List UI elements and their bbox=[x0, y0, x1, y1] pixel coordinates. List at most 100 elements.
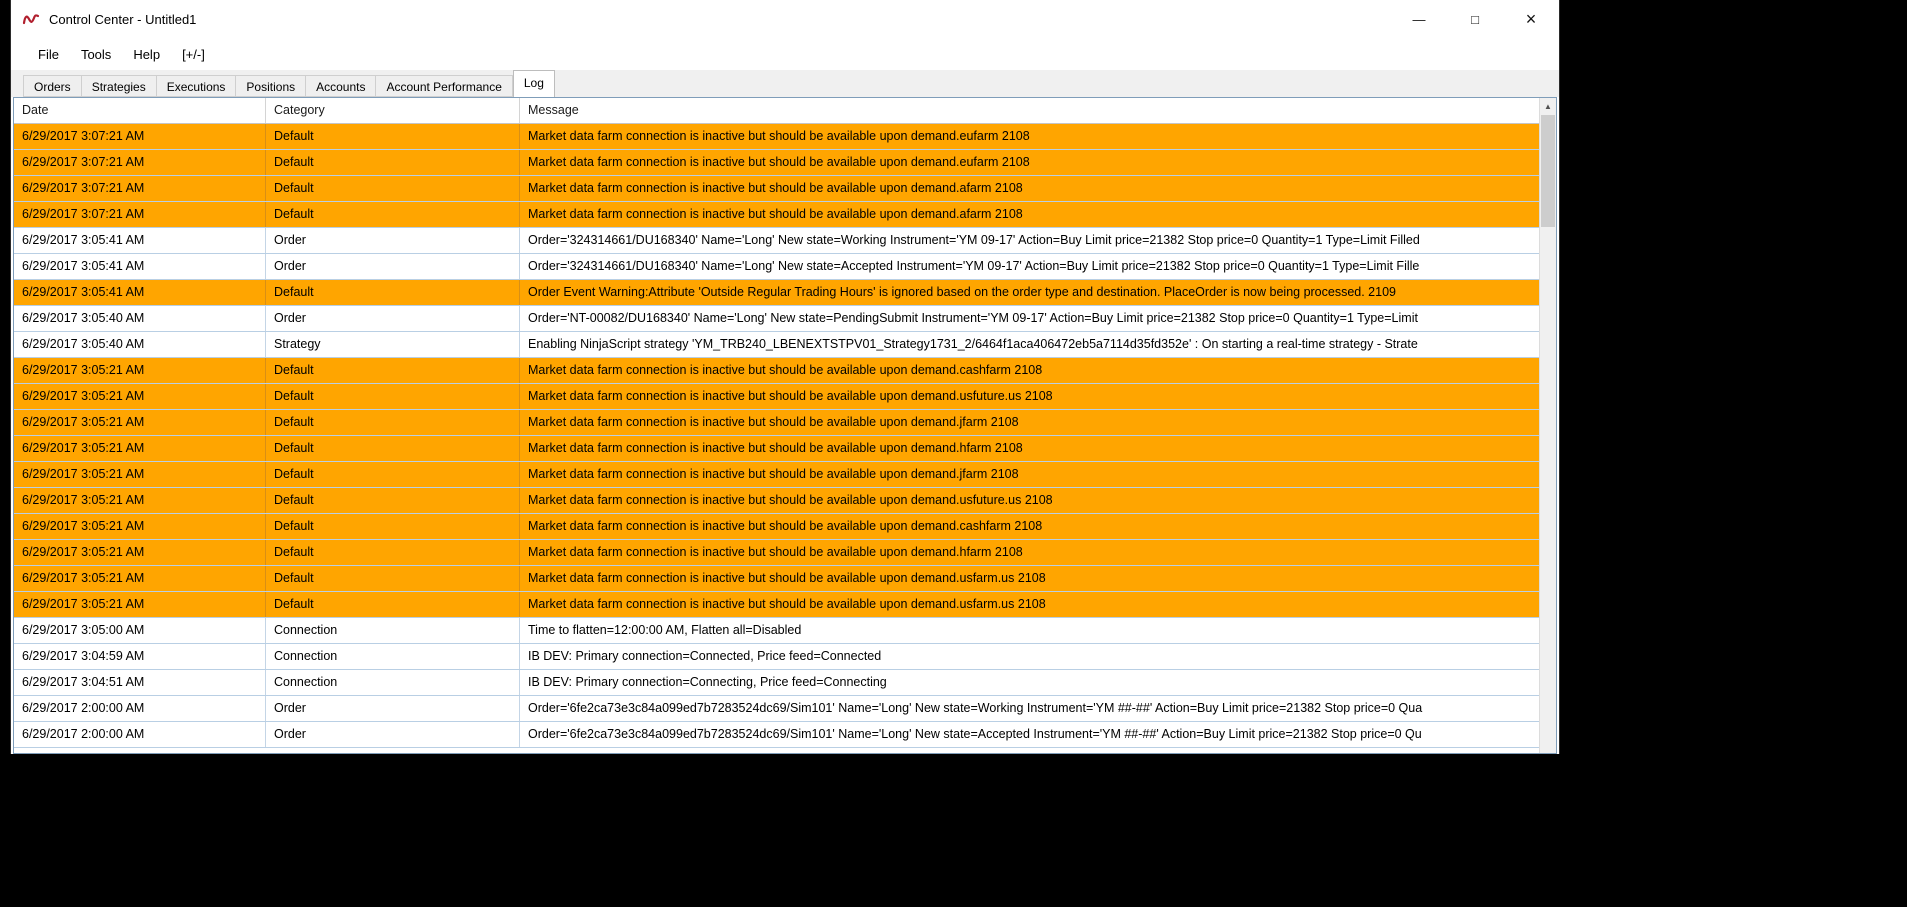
log-row[interactable]: 6/29/2017 3:05:21 AM Default Market data f… bbox=[14, 436, 1539, 462]
ninjatrader-logo-icon[interactable] bbox=[22, 10, 40, 28]
log-date-cell: 6/29/2017 3:07:21 AM bbox=[14, 150, 266, 175]
log-row[interactable]: 6/29/2017 3:04:51 AM Connection IB DEV: Pr… bbox=[14, 670, 1539, 696]
tab-orders[interactable]: Orders bbox=[23, 75, 82, 97]
log-message-cell: Enabling NinjaScript strategy 'YM_TRB240… bbox=[528, 337, 1418, 351]
log-category-cell: Strategy bbox=[266, 332, 520, 357]
log-row[interactable]: 6/29/2017 3:05:00 AM Connection Time to fl… bbox=[14, 618, 1539, 644]
log-row[interactable]: 6/29/2017 3:07:21 AM Default Market data f… bbox=[14, 124, 1539, 150]
log-category-cell: Default bbox=[266, 176, 520, 201]
menu-item-tools[interactable]: Tools bbox=[70, 42, 122, 67]
log-row[interactable]: 6/29/2017 3:05:21 AM Default Market data f… bbox=[14, 566, 1539, 592]
log-row[interactable]: 6/29/2017 3:07:21 AM Default Market data f… bbox=[14, 150, 1539, 176]
log-row[interactable]: 6/29/2017 3:05:21 AM Default Market data f… bbox=[14, 514, 1539, 540]
log-date-cell: 6/29/2017 3:05:21 AM bbox=[14, 436, 266, 461]
log-category-cell: Default bbox=[266, 514, 520, 539]
log-message-cell: Market data farm connection is inactive … bbox=[528, 207, 1023, 221]
scroll-up-icon[interactable]: ▲ bbox=[1540, 98, 1556, 115]
log-row[interactable]: 6/29/2017 3:05:21 AM Default Market data f… bbox=[14, 462, 1539, 488]
log-row[interactable]: 6/29/2017 2:00:00 AM Order Order='6fe2ca73… bbox=[14, 722, 1539, 748]
tab-strategies[interactable]: Strategies bbox=[81, 75, 157, 97]
titlebar: Control Center - Untitled1 — □ × bbox=[11, 0, 1559, 38]
log-row[interactable]: 6/29/2017 3:05:21 AM Default Market data f… bbox=[14, 358, 1539, 384]
log-date-cell: 6/29/2017 3:07:21 AM bbox=[14, 202, 266, 227]
log-row[interactable]: 6/29/2017 3:05:21 AM Default Market data f… bbox=[14, 592, 1539, 618]
log-message-cell: Order='324314661/DU168340' Name='Long' N… bbox=[528, 233, 1420, 247]
log-date-cell: 6/29/2017 3:05:00 AM bbox=[14, 618, 266, 643]
log-message-cell: Market data farm connection is inactive … bbox=[528, 467, 1019, 481]
table-header-row: Date Category Message bbox=[14, 98, 1556, 124]
log-row[interactable]: 6/29/2017 3:07:21 AM Default Market data f… bbox=[14, 202, 1539, 228]
maximize-button[interactable]: □ bbox=[1447, 0, 1503, 38]
column-header-category[interactable]: Category bbox=[266, 98, 520, 123]
log-category-cell: Order bbox=[266, 254, 520, 279]
column-header-message[interactable]: Message bbox=[520, 98, 1539, 123]
log-row[interactable]: 6/29/2017 3:04:59 AM Connection IB DEV: Pr… bbox=[14, 644, 1539, 670]
log-row[interactable]: 6/29/2017 3:05:21 AM Default Market data f… bbox=[14, 540, 1539, 566]
log-message-cell: Market data farm connection is inactive … bbox=[528, 363, 1043, 377]
log-row[interactable]: 6/29/2017 3:05:21 AM Default Market data f… bbox=[14, 384, 1539, 410]
log-date-cell: 6/29/2017 3:05:21 AM bbox=[14, 566, 266, 591]
log-message-cell: Order='6fe2ca73e3c84a099ed7b7283524dc69/… bbox=[528, 701, 1423, 715]
tab-positions[interactable]: Positions bbox=[236, 75, 307, 97]
log-category-cell: Connection bbox=[266, 618, 520, 643]
log-category-cell: Order bbox=[266, 306, 520, 331]
table-body: 6/29/2017 3:07:21 AM Default Market data f… bbox=[14, 124, 1539, 753]
log-message-cell: Order='6fe2ca73e3c84a099ed7b7283524dc69/… bbox=[528, 727, 1422, 741]
log-message-cell: Market data farm connection is inactive … bbox=[528, 389, 1053, 403]
window-title: Control Center - Untitled1 bbox=[49, 11, 197, 27]
log-category-cell: Order bbox=[266, 696, 520, 721]
log-date-cell: 6/29/2017 3:07:21 AM bbox=[14, 176, 266, 201]
log-row[interactable]: 6/29/2017 3:05:41 AM Order Order='32431466… bbox=[14, 254, 1539, 280]
tab-executions[interactable]: Executions bbox=[156, 75, 237, 97]
log-row[interactable]: 6/29/2017 3:05:21 AM Default Market data f… bbox=[14, 410, 1539, 436]
tab-log[interactable]: Log bbox=[512, 70, 555, 97]
log-date-cell: 6/29/2017 2:00:00 AM bbox=[14, 696, 266, 721]
log-category-cell: Default bbox=[266, 202, 520, 227]
log-message-cell: Market data farm connection is inactive … bbox=[528, 441, 1023, 455]
log-date-cell: 6/29/2017 3:05:21 AM bbox=[14, 384, 266, 409]
menu-item-help[interactable]: Help bbox=[122, 42, 171, 67]
tab-account-performance[interactable]: Account Performance bbox=[376, 75, 513, 97]
log-category-cell: Connection bbox=[266, 644, 520, 669]
log-message-cell: Market data farm connection is inactive … bbox=[528, 181, 1023, 195]
log-category-cell: Default bbox=[266, 124, 520, 149]
log-message-cell: Market data farm connection is inactive … bbox=[528, 597, 1046, 611]
log-category-cell: Default bbox=[266, 592, 520, 617]
log-message-cell: Order='324314661/DU168340' Name='Long' N… bbox=[528, 259, 1420, 273]
log-message-cell: IB DEV: Primary connection=Connected, Pr… bbox=[528, 649, 882, 663]
log-date-cell: 6/29/2017 3:05:21 AM bbox=[14, 358, 266, 383]
log-date-cell: 6/29/2017 3:04:51 AM bbox=[14, 670, 266, 695]
log-row[interactable]: 6/29/2017 3:05:40 AM Order Order='NT-00082… bbox=[14, 306, 1539, 332]
menu-bar: File Tools Help [+/-] bbox=[11, 38, 1559, 70]
log-category-cell: Default bbox=[266, 150, 520, 175]
vertical-scrollbar[interactable]: ▲ bbox=[1539, 98, 1556, 753]
log-date-cell: 6/29/2017 3:05:21 AM bbox=[14, 592, 266, 617]
log-message-cell: Market data farm connection is inactive … bbox=[528, 155, 1030, 169]
log-category-cell: Default bbox=[266, 436, 520, 461]
menu-item-plus-minus[interactable]: [+/-] bbox=[171, 42, 216, 67]
log-message-cell: Market data farm connection is inactive … bbox=[528, 545, 1023, 559]
tab-strip: Orders Strategies Executions Positions Accou… bbox=[11, 70, 1559, 97]
log-row[interactable]: 6/29/2017 3:05:41 AM Default Order Event W… bbox=[14, 280, 1539, 306]
log-date-cell: 6/29/2017 3:05:21 AM bbox=[14, 462, 266, 487]
tab-accounts[interactable]: Accounts bbox=[306, 75, 377, 97]
log-message-cell: IB DEV: Primary connection=Connecting, P… bbox=[528, 675, 887, 689]
minimize-button[interactable]: — bbox=[1391, 0, 1447, 38]
log-category-cell: Default bbox=[266, 280, 520, 305]
log-row[interactable]: 6/29/2017 3:05:40 AM Strategy Enabling Nin… bbox=[14, 332, 1539, 358]
log-row[interactable]: 6/29/2017 2:00:00 AM Order Order='6fe2ca73… bbox=[14, 696, 1539, 722]
log-row[interactable]: 6/29/2017 3:05:41 AM Order Order='32431466… bbox=[14, 228, 1539, 254]
log-category-cell: Default bbox=[266, 540, 520, 565]
log-category-cell: Order bbox=[266, 228, 520, 253]
menu-item-file[interactable]: File bbox=[27, 42, 70, 67]
close-button[interactable]: × bbox=[1503, 0, 1559, 38]
log-category-cell: Default bbox=[266, 358, 520, 383]
scrollbar-thumb[interactable] bbox=[1541, 115, 1555, 227]
log-message-cell: Market data farm connection is inactive … bbox=[528, 493, 1053, 507]
log-row[interactable]: 6/29/2017 3:07:21 AM Default Market data f… bbox=[14, 176, 1539, 202]
log-row[interactable]: 6/29/2017 3:05:21 AM Default Market data f… bbox=[14, 488, 1539, 514]
log-category-cell: Default bbox=[266, 410, 520, 435]
log-date-cell: 6/29/2017 3:07:21 AM bbox=[14, 124, 266, 149]
window-controls: — □ × bbox=[1391, 0, 1559, 38]
column-header-date[interactable]: Date bbox=[14, 98, 266, 123]
